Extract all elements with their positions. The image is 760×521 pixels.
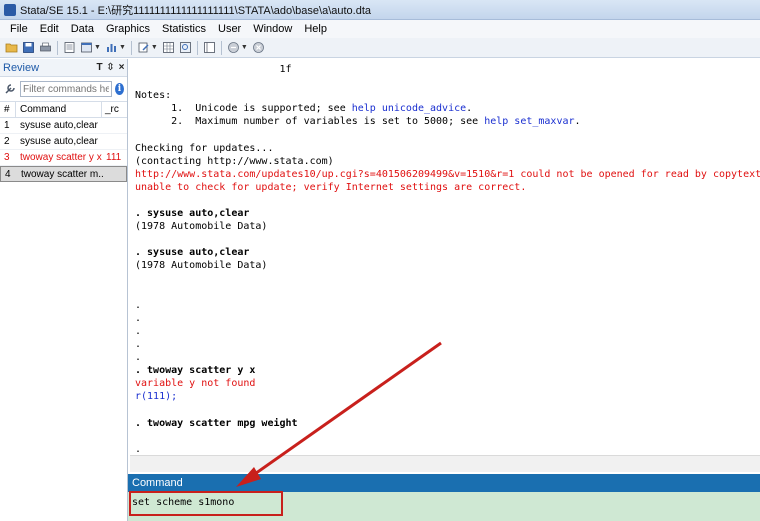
results-line: 2. Maximum number of variables is set to… xyxy=(135,115,760,128)
annotation-highlight-box xyxy=(129,491,283,516)
chevron-down-icon[interactable]: ▼ xyxy=(241,44,248,51)
break-icon[interactable] xyxy=(251,41,266,55)
row-command: sysuse auto,clear xyxy=(20,120,98,131)
menu-graphics[interactable]: Graphics xyxy=(100,23,156,35)
results-line xyxy=(135,76,760,89)
note-text: . xyxy=(466,103,473,115)
menu-window[interactable]: Window xyxy=(247,23,298,35)
command-header: Command xyxy=(128,474,760,492)
pin-icon[interactable]: ⇳ xyxy=(105,62,116,73)
data-editor-icon[interactable] xyxy=(161,41,176,55)
row-number: 2 xyxy=(4,136,10,147)
review-column-header: # Command _rc xyxy=(0,101,127,118)
filter-toggle-icon[interactable]: T xyxy=(94,62,105,73)
do-file-editor-icon[interactable] xyxy=(136,41,151,55)
note-text: 1. Unicode is supported; see xyxy=(135,103,352,115)
results-error-line: http://www.stata.com/updates10/up.cgi?s=… xyxy=(135,168,760,180)
menu-help[interactable]: Help xyxy=(298,23,333,35)
menu-data[interactable]: Data xyxy=(65,23,100,35)
menu-statistics[interactable]: Statistics xyxy=(156,23,212,35)
results-line xyxy=(135,403,760,416)
results-line: (1978 Automobile Data) xyxy=(135,260,268,272)
review-row-error[interactable]: 3 twoway scatter y x 111 xyxy=(0,150,127,166)
review-row[interactable]: 2 sysuse auto,clear xyxy=(0,134,127,150)
results-output: 1f Notes: 1. Unicode is supported; see he… xyxy=(130,59,760,455)
filter-commands-input[interactable] xyxy=(20,81,112,97)
error-code-link[interactable]: r(111); xyxy=(135,390,760,403)
review-header: Review T ⇳ × xyxy=(0,59,127,77)
info-icon[interactable]: i xyxy=(115,83,124,95)
row-rc: 111 xyxy=(106,152,122,163)
results-line: Checking for updates... xyxy=(135,142,274,154)
variables-manager-icon[interactable] xyxy=(202,41,217,55)
window-title: Stata/SE 15.1 - E:\研究1111111111111111111… xyxy=(20,4,372,17)
results-line xyxy=(135,273,760,286)
results-command-line: . twoway scatter y x xyxy=(135,365,256,377)
results-line: . xyxy=(135,338,142,350)
stata-app-icon xyxy=(4,3,16,16)
note-text: . xyxy=(574,116,581,128)
menu-bar: File Edit Data Graphics Statistics User … xyxy=(0,20,760,38)
review-filter-row: i xyxy=(0,79,127,99)
results-line: (contacting http://www.stata.com) xyxy=(135,155,334,167)
log-icon[interactable] xyxy=(62,41,77,55)
row-command: twoway scatter m... xyxy=(21,168,103,180)
results-line: . xyxy=(135,312,142,324)
results-line xyxy=(135,233,760,246)
column-command[interactable]: Command xyxy=(16,102,102,117)
wrench-icon[interactable] xyxy=(3,82,17,96)
results-line: . xyxy=(135,325,142,337)
results-line xyxy=(135,286,760,299)
save-icon[interactable] xyxy=(21,41,36,55)
column-rc[interactable]: _rc xyxy=(102,102,119,117)
note-text: 2. Maximum number of variables is set to… xyxy=(135,116,485,128)
row-command: sysuse auto,clear xyxy=(20,136,98,147)
review-row[interactable]: 1 sysuse auto,clear xyxy=(0,118,127,134)
toolbar: ▼ ▼ ▼ ▼ xyxy=(0,38,760,58)
review-panel: Review T ⇳ × i # Command _rc 1 sysuse au… xyxy=(0,59,128,521)
review-title: Review xyxy=(3,61,40,74)
results-command-line: . sysuse auto,clear xyxy=(135,208,250,220)
menu-edit[interactable]: Edit xyxy=(34,23,65,35)
row-number: 3 xyxy=(4,152,10,163)
results-line: . xyxy=(135,299,142,311)
help-set-maxvar-link[interactable]: help set_maxvar xyxy=(484,116,574,127)
more-icon[interactable] xyxy=(226,41,241,55)
close-icon[interactable]: × xyxy=(116,62,127,73)
viewer-icon[interactable] xyxy=(79,41,94,55)
results-line: 1. Unicode is supported; see help unicod… xyxy=(135,102,760,115)
chevron-down-icon[interactable]: ▼ xyxy=(151,44,158,51)
results-line: . xyxy=(135,443,142,455)
results-line: 1f xyxy=(135,64,292,75)
graph-icon[interactable] xyxy=(104,41,119,55)
menu-file[interactable]: File xyxy=(4,23,34,35)
results-window[interactable]: 1f Notes: 1. Unicode is supported; see he… xyxy=(130,59,760,455)
row-number: 1 xyxy=(4,120,10,131)
results-command-line: . sysuse auto,clear xyxy=(135,247,250,259)
data-browser-icon[interactable] xyxy=(178,41,193,55)
results-line xyxy=(135,430,760,443)
open-folder-icon[interactable] xyxy=(4,41,19,55)
results-line: (1978 Automobile Data) xyxy=(135,221,268,233)
results-line: Notes: xyxy=(135,90,172,102)
review-row-selected[interactable]: 4 twoway scatter m... xyxy=(0,166,127,182)
results-error-line: unable to check for update; verify Inter… xyxy=(135,181,527,193)
results-error-line: variable y not found xyxy=(135,378,256,390)
title-bar: Stata/SE 15.1 - E:\研究1111111111111111111… xyxy=(0,0,760,20)
results-line xyxy=(135,194,760,207)
results-horizontal-scrollbar[interactable] xyxy=(130,455,760,472)
row-command: twoway scatter y x xyxy=(20,152,102,163)
chevron-down-icon[interactable]: ▼ xyxy=(119,44,126,51)
menu-user[interactable]: User xyxy=(212,23,247,35)
print-icon[interactable] xyxy=(38,41,53,55)
chevron-down-icon[interactable]: ▼ xyxy=(94,44,101,51)
row-number: 4 xyxy=(5,168,11,180)
results-line xyxy=(135,128,760,141)
results-line: . xyxy=(135,352,142,364)
column-number[interactable]: # xyxy=(0,102,16,117)
results-command-line: . twoway scatter mpg weight xyxy=(135,417,298,429)
help-unicode-advice-link[interactable]: help unicode_advice xyxy=(352,103,466,114)
